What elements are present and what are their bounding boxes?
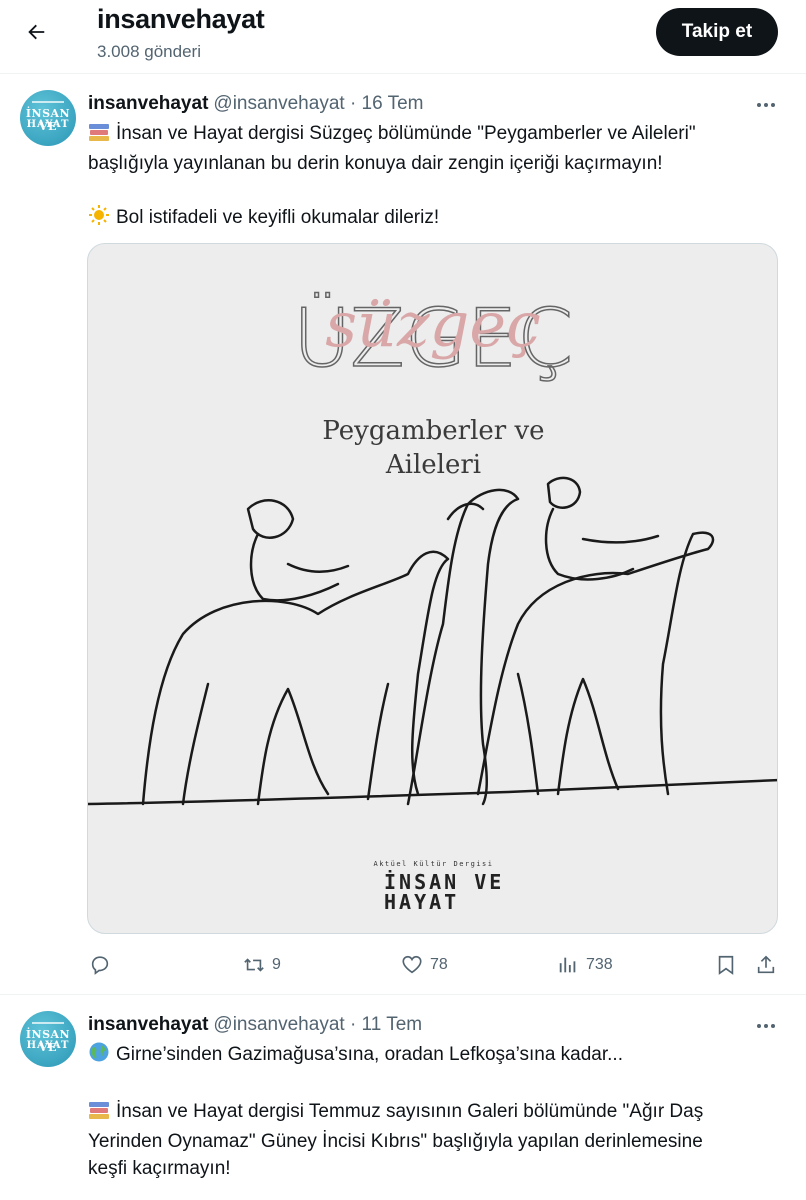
post-count: 3.008 gönderi bbox=[97, 42, 201, 61]
tweet[interactable]: İNSAN VE HAYAT insanvehayat @insanvehayat… bbox=[0, 75, 806, 995]
bookmark-button[interactable] bbox=[714, 953, 738, 977]
views-count: 738 bbox=[586, 956, 613, 973]
avatar-text-line2: HAYAT bbox=[26, 119, 70, 130]
views-icon bbox=[556, 953, 580, 977]
poster-logo-line2: HAYAT bbox=[384, 890, 460, 914]
author-name[interactable]: insanvehayat bbox=[88, 93, 208, 114]
author-name[interactable]: insanvehayat bbox=[88, 1014, 208, 1035]
suzgec-logo: ÜZGEÇ süzgeç bbox=[292, 288, 574, 384]
tweet-line: Yerinden Oynamaz" Güney İncisi Kıbrıs" b… bbox=[88, 1131, 703, 1152]
author-handle-date[interactable]: @insanvehayat · 11 Tem bbox=[213, 1014, 422, 1035]
tweet-action-bar: 9 78 738 bbox=[88, 953, 778, 977]
poster-logo-line1: İNSAN VE bbox=[384, 870, 505, 894]
reply-icon bbox=[88, 953, 112, 977]
back-arrow-icon bbox=[28, 24, 45, 40]
tweet-line: İnsan ve Hayat dergisi Temmuz sayısının … bbox=[116, 1101, 704, 1122]
tweet-media-image[interactable]: ÜZGEÇ süzgeç Peygamberler ve Aileleri Ak… bbox=[87, 243, 778, 934]
avatar-decor bbox=[32, 101, 64, 103]
repost-button[interactable]: 9 bbox=[242, 953, 281, 977]
camel-caravan-illustration bbox=[88, 476, 777, 806]
tweet-line: İnsan ve Hayat dergisi Süzgeç bölümünde … bbox=[116, 123, 696, 144]
follow-button[interactable]: Takip et bbox=[656, 8, 778, 56]
more-icon bbox=[757, 1024, 775, 1028]
books-emoji bbox=[88, 122, 110, 150]
avatar[interactable]: İNSAN VE HAYAT bbox=[20, 1011, 76, 1067]
like-count: 78 bbox=[430, 956, 448, 973]
globe-emoji bbox=[88, 1041, 110, 1071]
views-button[interactable]: 738 bbox=[556, 953, 613, 977]
tweet-author-row: insanvehayat @insanvehayat · 11 Tem bbox=[88, 1014, 422, 1036]
tweet-author-row: insanvehayat @insanvehayat · 16 Tem bbox=[88, 93, 424, 115]
poster-title: Peygamberler ve Aileleri bbox=[88, 414, 777, 482]
like-button[interactable]: 78 bbox=[400, 953, 448, 977]
avatar-text-line2: HAYAT bbox=[26, 1040, 70, 1051]
brand-text: süzgeç bbox=[325, 288, 541, 361]
poster-magazine-tagline: Aktüel Kültür Dergisi bbox=[373, 860, 494, 868]
books-emoji bbox=[88, 1100, 110, 1128]
avatar-decor bbox=[32, 1022, 64, 1024]
avatar[interactable]: İNSAN VE HAYAT bbox=[20, 90, 76, 146]
like-icon bbox=[400, 953, 424, 977]
tweet-line: Girne’sinden Gazimağusa’sına, oradan Lef… bbox=[116, 1044, 623, 1065]
tweet-text: Girne’sinden Gazimağusa’sına, oradan Lef… bbox=[88, 1041, 778, 1182]
back-button[interactable] bbox=[16, 12, 56, 52]
tweet[interactable]: İNSAN VE HAYAT insanvehayat @insanvehayat… bbox=[0, 996, 806, 1200]
repost-count: 9 bbox=[272, 956, 281, 973]
tweet-line: keşfi kaçırmayın! bbox=[88, 1158, 231, 1179]
tweet-line: Bol istifadeli ve keyifli okumalar diler… bbox=[116, 207, 440, 228]
more-icon bbox=[757, 103, 775, 107]
profile-header: insanvehayat 3.008 gönderi Takip et bbox=[0, 0, 806, 74]
reply-button[interactable] bbox=[88, 953, 118, 977]
repost-icon bbox=[242, 953, 266, 977]
tweet-line: başlığıyla yayınlanan bu derin konuya da… bbox=[88, 153, 663, 174]
more-button[interactable] bbox=[754, 93, 778, 117]
author-handle-date[interactable]: @insanvehayat · 16 Tem bbox=[213, 93, 423, 114]
poster-title-line1: Peygamberler ve bbox=[322, 416, 545, 446]
share-button[interactable] bbox=[754, 953, 778, 977]
more-button[interactable] bbox=[754, 1014, 778, 1038]
share-icon bbox=[754, 953, 778, 977]
bookmark-icon bbox=[714, 953, 738, 977]
tweet-text: İnsan ve Hayat dergisi Süzgeç bölümünde … bbox=[88, 120, 778, 234]
poster-magazine-logo: İNSAN VE HAYAT bbox=[384, 872, 504, 912]
profile-name: insanvehayat bbox=[97, 4, 265, 34]
sun-emoji bbox=[88, 204, 110, 234]
